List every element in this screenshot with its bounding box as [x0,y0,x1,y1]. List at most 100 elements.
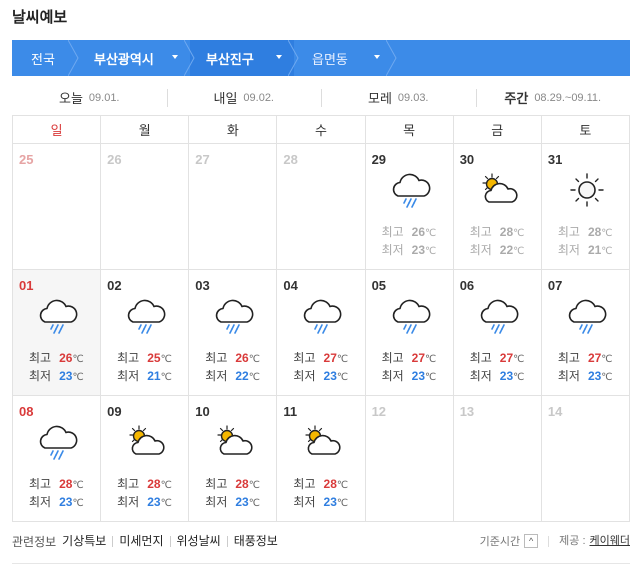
temperature-range: 최고 27℃ 최저 23℃ [382,350,437,386]
calendar-day: 26 [101,144,190,269]
footer-right: 기준시간 ^ 제공 : 케이웨더 [480,533,630,549]
unit: ℃ [336,372,349,383]
unit: ℃ [248,480,260,491]
unit: ℃ [248,372,260,383]
standard-time[interactable]: 기준시간 ^ [479,533,539,549]
high-label: 최고 [117,351,140,365]
high-label: 최고 [29,351,52,365]
high-temp: 최고 27℃ [470,350,525,368]
calendar-day: 13 [454,396,542,521]
low-temp: 최저 23℃ [382,242,437,260]
location-country-button[interactable]: 전국 [12,40,79,76]
high-temp: 최고 27℃ [293,350,348,368]
link-satellite[interactable]: 위성날씨 [169,535,227,547]
day-number: 11 [283,404,298,419]
unit: ℃ [160,480,172,491]
low-label: 최저 [469,243,492,257]
low-temp: 최저 23℃ [29,368,84,386]
unit: ℃ [336,354,349,365]
weekday-label: 월 [101,116,190,143]
day-number: 03 [195,278,210,293]
link-fine-dust[interactable]: 미세먼지 [112,535,169,547]
low-value: 23 [59,369,73,383]
temperature-range: 최고 26℃ 최저 23℃ [382,224,437,260]
rain-cloud-icon [388,296,434,336]
weekday-label: 일 [13,116,102,143]
calendar-day: 06 최고 27℃ 최저 23℃ [454,270,542,395]
low-value: 23 [323,495,337,509]
temperature-range: 최고 27℃ 최저 23℃ [470,350,525,386]
low-label: 최저 [557,243,580,257]
low-label: 최저 [117,369,140,383]
high-label: 최고 [557,351,580,365]
high-temp: 최고 27℃ [558,350,613,368]
tab-today[interactable]: 오늘 09.01. [12,80,167,115]
calendar-day: 30 최고 28℃ 최저 22℃ [454,144,542,269]
location-district-dropdown[interactable]: 부산진구 [190,40,299,76]
low-label: 최저 [205,495,228,509]
calendar-day: 03 최고 26℃ 최저 22℃ [189,270,278,395]
low-temp: 최저 23℃ [293,494,348,512]
tab-label: 모레 [367,91,392,106]
high-value: 28 [587,225,602,239]
high-label: 최고 [381,351,404,365]
chevron-separator-icon [386,40,397,76]
link-weather-warning[interactable]: 기상특보 [62,535,112,547]
partly-cloudy-icon [476,170,522,210]
tab-label: 주간 [504,91,529,106]
tab-weekly[interactable]: 주간 08.29.~09.11. [475,80,631,115]
caret-down-icon [374,55,380,59]
low-value: 23 [147,495,161,509]
high-temp: 최고 28℃ [117,476,172,494]
calendar-day: 01 최고 26℃ 최저 23℃ [13,270,102,395]
weekday-label: 화 [189,116,278,143]
unit: ℃ [160,498,172,509]
temperature-range: 최고 28℃ 최저 23℃ [29,476,84,512]
calendar-day: 28 [277,144,366,269]
tab-tomorrow[interactable]: 내일 09.02. [166,80,322,115]
weekday-label: 금 [454,116,542,143]
low-value: 23 [411,243,426,257]
partly-cloudy-icon [299,422,345,462]
location-dong-dropdown[interactable]: 읍면동 [294,40,397,76]
high-label: 최고 [205,351,228,365]
high-temp: 최고 26℃ [382,224,437,242]
footer: 관련정보 기상특보 미세먼지 위성날씨 태풍정보 기준시간 ^ 제공 : 케이웨더 [12,530,630,552]
low-label: 최저 [205,369,228,383]
chevron-separator-icon [68,40,79,76]
calendar-day: 08 최고 28℃ 최저 23℃ [13,396,102,521]
unit: ℃ [513,228,525,239]
unit: ℃ [601,228,613,239]
calendar-day: 25 [13,144,102,269]
day-number: 14 [547,404,563,419]
high-label: 최고 [469,351,492,365]
rain-cloud-icon [211,296,257,336]
chevron-up-icon[interactable]: ^ [524,534,539,548]
weekday-label: 수 [277,116,366,143]
high-temp: 최고 26℃ [29,350,84,368]
forecast-tabs: 오늘 09.01. 내일 09.02. 모레 09.03. 주간 08.29.~09.1… [12,80,630,116]
high-temp: 최고 28℃ [293,476,348,494]
unit: ℃ [425,246,437,257]
chevron-separator-icon [288,40,299,76]
provider-link[interactable]: 케이웨더 [590,535,630,547]
divider [12,563,630,564]
calendar-week: 08 최고 28℃ 최저 23℃ 09 최고 28℃ 최저 23℃ 10 최고 28℃ 최저 23℃ 11 최고… [13,396,630,522]
calendar-day: 02 최고 25℃ 최저 21℃ [101,270,190,395]
high-temp: 최고 26℃ [205,350,260,368]
partly-cloudy-icon [211,422,257,462]
link-typhoon[interactable]: 태풍정보 [226,535,284,547]
low-value: 22 [499,243,514,257]
day-number: 06 [459,278,475,293]
low-temp: 최저 23℃ [117,494,172,512]
high-value: 27 [411,351,426,365]
rain-cloud-icon [123,296,169,336]
tab-day-after[interactable]: 모레 09.03. [321,80,476,115]
low-temp: 최저 23℃ [29,494,84,512]
rain-cloud-icon [564,296,610,336]
day-number: 27 [195,152,210,167]
standard-time-label: 기준시간 [479,536,521,548]
tab-date: 09.03. [397,91,429,104]
location-city-dropdown[interactable]: 부산광역시 [74,40,195,76]
calendar-week: 01 최고 26℃ 최저 23℃ 02 최고 25℃ 최저 21℃ 03 최고 26℃ 최저 22℃ 04 최고… [13,270,630,396]
